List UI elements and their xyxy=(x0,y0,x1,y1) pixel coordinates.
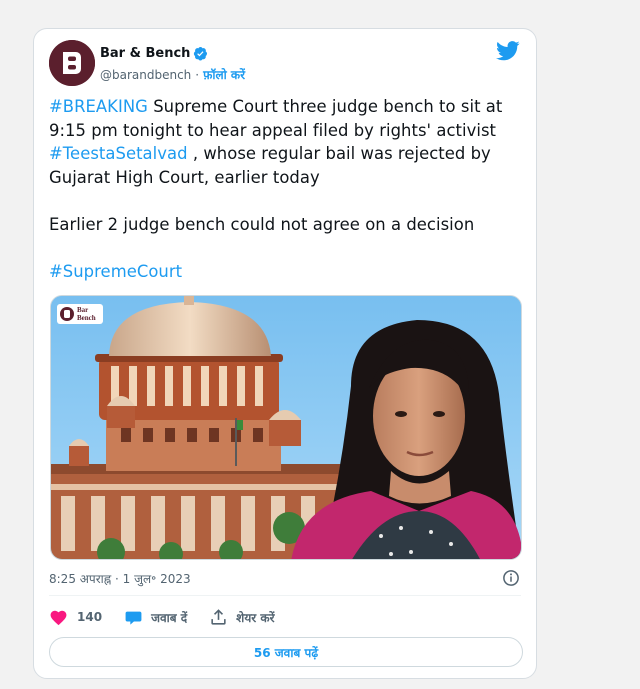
twitter-bird-icon[interactable] xyxy=(496,41,520,61)
verified-badge-icon xyxy=(194,46,208,60)
handle-separator: · xyxy=(195,67,200,82)
avatar[interactable] xyxy=(49,40,95,86)
tweet-paragraph-1: #BREAKING Supreme Court three judge benc… xyxy=(49,95,527,189)
hashtag-supremecourt[interactable]: #SupremeCourt xyxy=(49,262,182,281)
tweet-text: #BREAKING Supreme Court three judge benc… xyxy=(49,95,527,283)
tweet-paragraph-2: Earlier 2 judge bench could not agree on… xyxy=(49,214,475,234)
tweet-image[interactable]: Bar Bench xyxy=(50,295,522,560)
watermark-text-2: Bench xyxy=(77,314,96,322)
author-name-row: Bar & Bench xyxy=(100,44,208,62)
author-handle-row: @barandbench · फ़ॉलो करें xyxy=(100,66,245,83)
share-label: शेयर करें xyxy=(236,610,275,625)
divider xyxy=(49,595,521,596)
hashtag-teestasetalvad[interactable]: #TeestaSetalvad xyxy=(49,144,188,163)
follow-button[interactable]: फ़ॉलो करें xyxy=(203,66,245,83)
read-replies-button[interactable]: 56 जवाब पढ़ें xyxy=(49,637,523,667)
author-handle[interactable]: @barandbench xyxy=(100,68,191,82)
like-button[interactable]: 140 xyxy=(49,608,102,627)
reply-button[interactable]: जवाब दें xyxy=(124,608,187,627)
bar-and-bench-logo-icon xyxy=(49,40,95,86)
watermark-text-1: Bar xyxy=(77,306,88,314)
reply-label: जवाब दें xyxy=(151,610,188,625)
tweet-card: Bar & Bench @barandbench · फ़ॉलो करें #B… xyxy=(33,28,537,679)
hashtag-breaking[interactable]: #BREAKING xyxy=(49,97,148,116)
share-upload-icon xyxy=(211,608,226,625)
info-icon[interactable] xyxy=(502,569,520,587)
timestamp[interactable]: 8:25 अपराह्न · 1 जुल॰ 2023 xyxy=(49,570,191,587)
author-name[interactable]: Bar & Bench xyxy=(100,46,190,61)
supreme-court-and-activist-photo: Bar Bench xyxy=(51,296,521,559)
tweet-paragraph-3: #SupremeCourt xyxy=(49,260,527,284)
reply-bubble-icon xyxy=(125,611,142,625)
heart-icon xyxy=(50,610,67,625)
tweet-actions: 140 जवाब दें शेयर करें xyxy=(49,606,297,628)
share-button[interactable]: शेयर करें xyxy=(209,608,275,627)
like-count: 140 xyxy=(77,610,103,624)
